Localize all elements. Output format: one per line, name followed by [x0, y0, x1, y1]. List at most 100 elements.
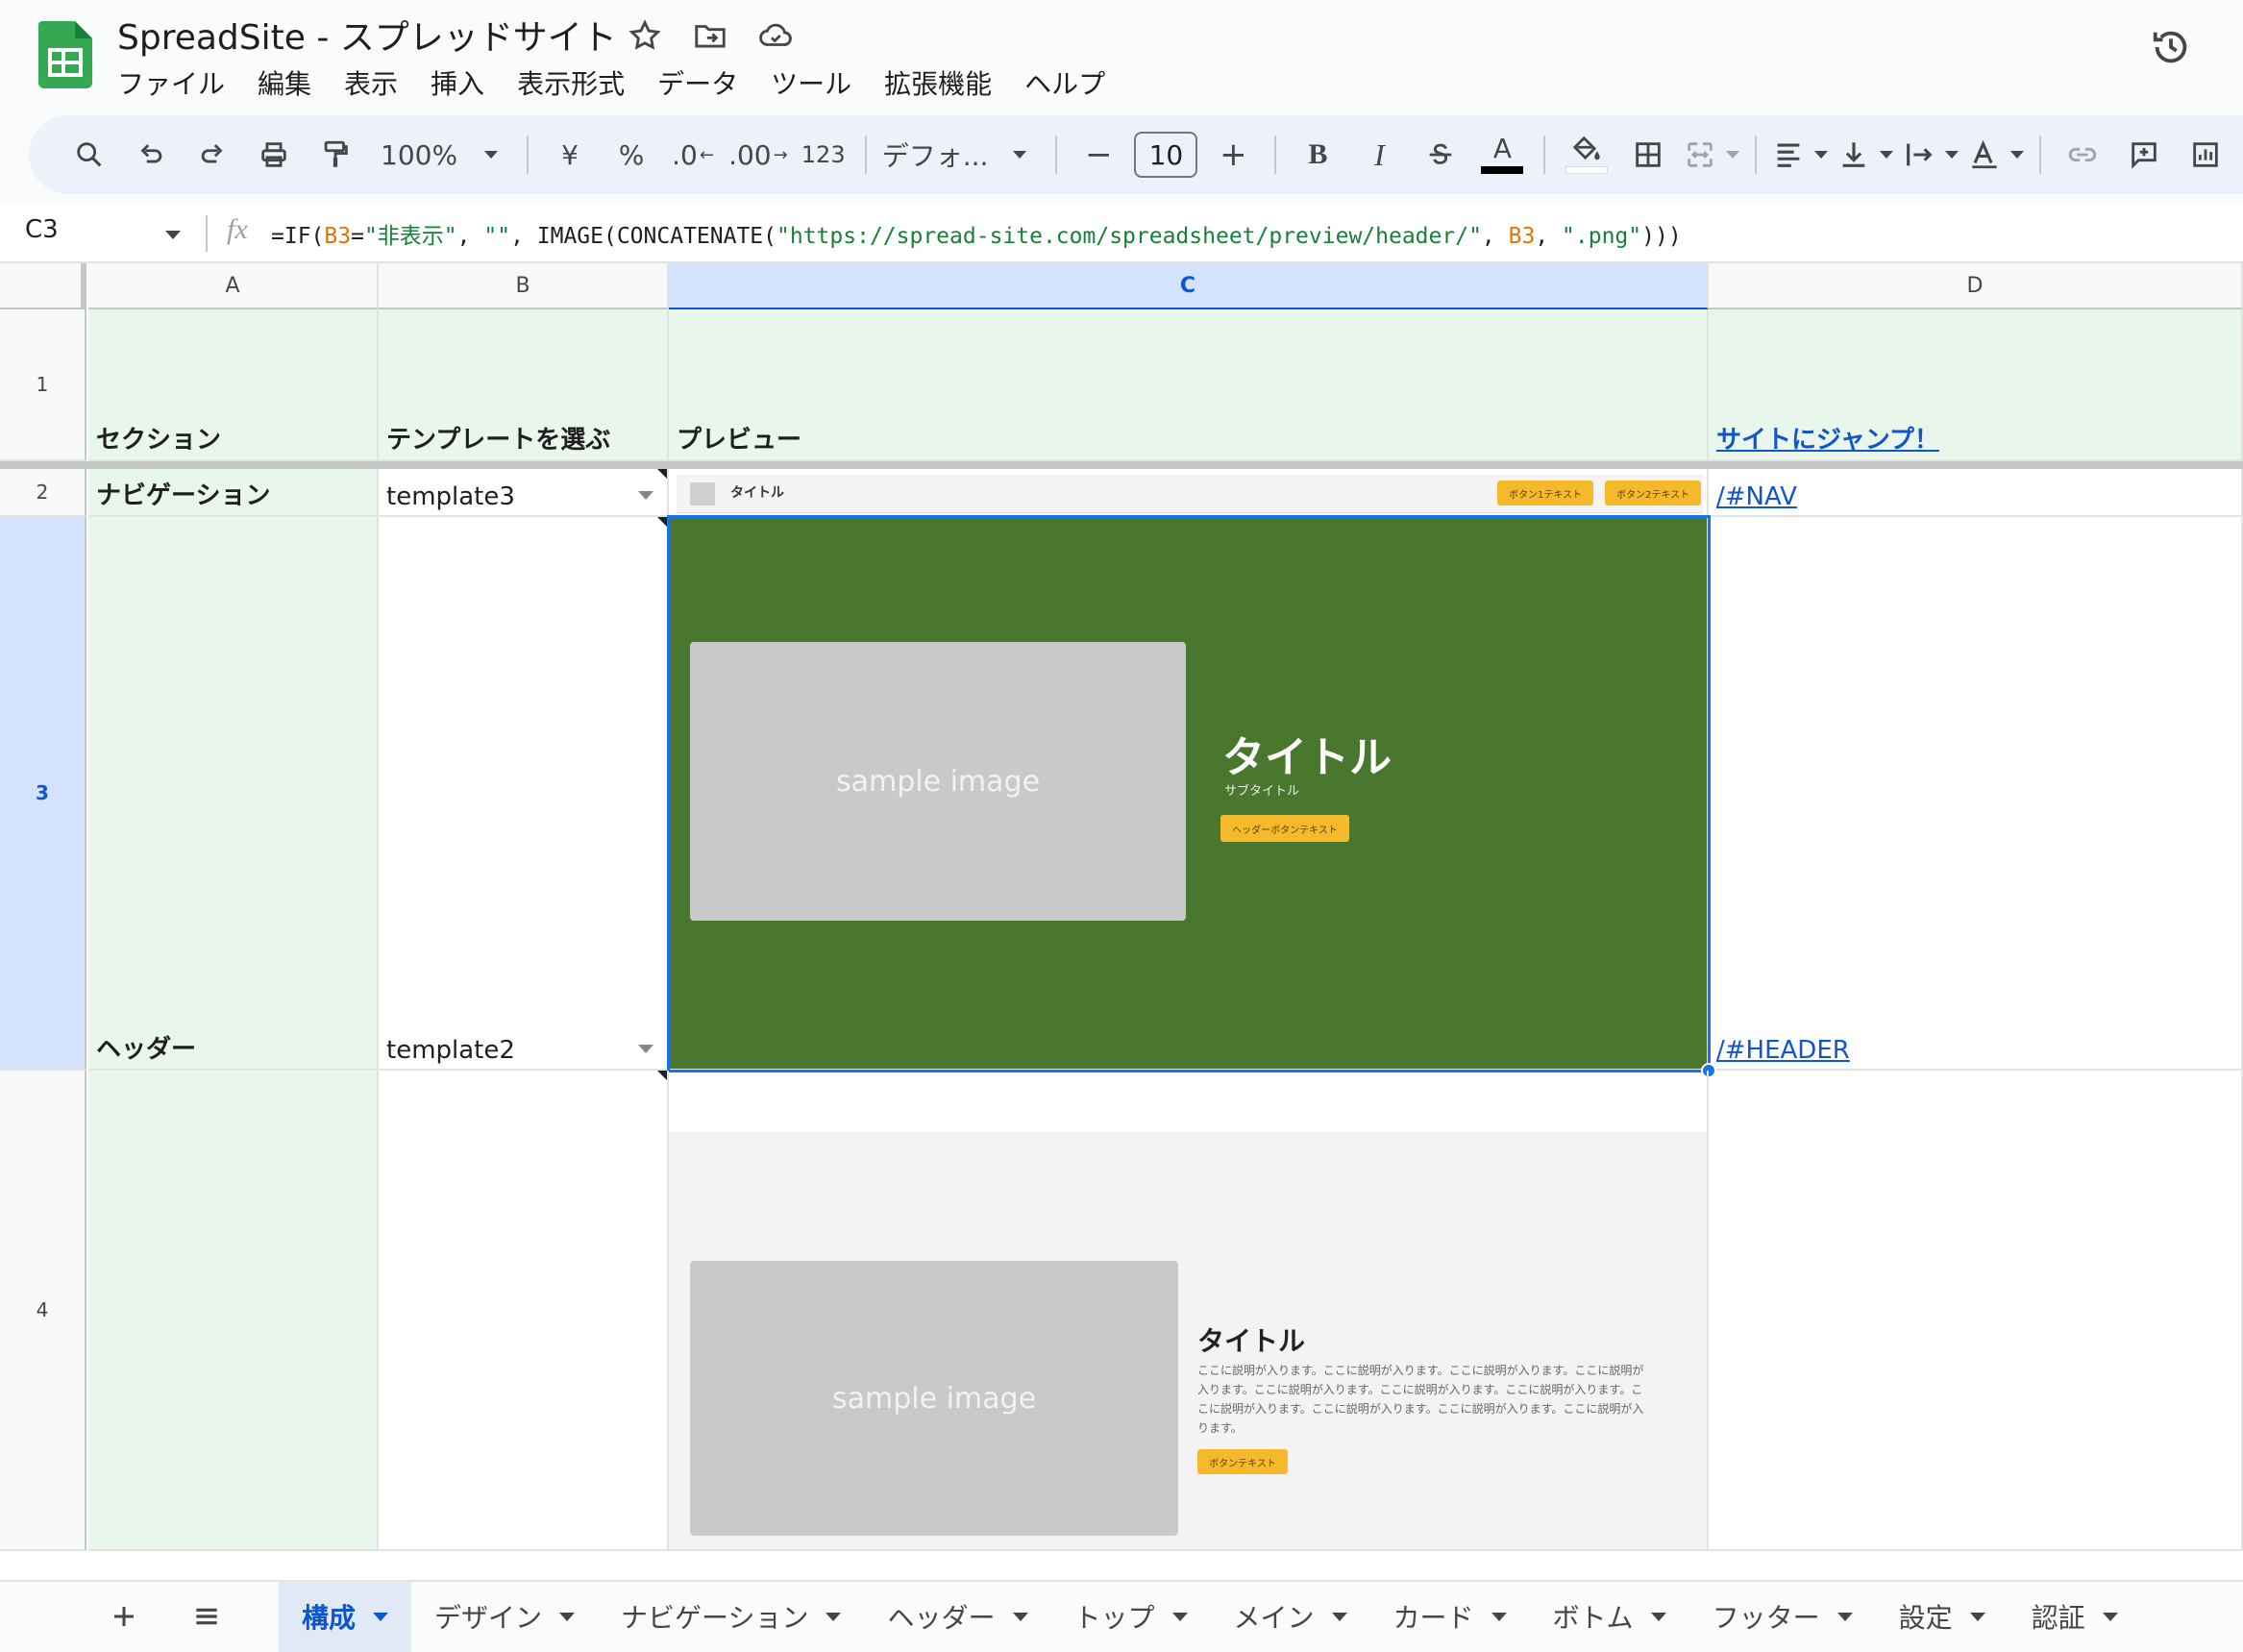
- chevron-down-icon[interactable]: [638, 1045, 653, 1053]
- cell-a4[interactable]: [88, 1071, 379, 1551]
- undo-button[interactable]: [125, 129, 177, 181]
- chevron-down-icon[interactable]: [373, 1612, 389, 1621]
- cell-d1[interactable]: サイトにジャンプ！: [1709, 309, 2243, 461]
- sheet-tab-navigation[interactable]: ナビゲーション: [598, 1581, 864, 1652]
- insert-link-button[interactable]: [2057, 129, 2108, 181]
- text-rotation-button[interactable]: [1968, 129, 2025, 181]
- menu-view[interactable]: 表示: [344, 63, 398, 102]
- format-currency-button[interactable]: ¥: [544, 129, 596, 181]
- menu-insert[interactable]: 挿入: [431, 63, 484, 102]
- cell-d3[interactable]: /#HEADER: [1709, 517, 2243, 1071]
- column-header-d[interactable]: D: [1709, 263, 2243, 309]
- cell-c2[interactable]: タイトル ボタン1テキスト ボタン2テキスト: [669, 469, 1709, 517]
- more-formats-button[interactable]: 123: [798, 129, 850, 181]
- format-percent-button[interactable]: %: [605, 129, 657, 181]
- cloud-saved-icon[interactable]: [757, 17, 794, 54]
- menu-format[interactable]: 表示形式: [517, 63, 625, 102]
- add-sheet-button[interactable]: [100, 1592, 148, 1640]
- decrease-decimal-button[interactable]: .0 ←: [667, 129, 719, 181]
- document-title[interactable]: SpreadSite - スプレッドサイト: [117, 10, 617, 60]
- chevron-down-icon[interactable]: [826, 1612, 842, 1621]
- formula-input[interactable]: =IF(B3="非表示", "", IMAGE(CONCATENATE("htt…: [271, 217, 1682, 250]
- print-button[interactable]: [248, 129, 300, 181]
- menu-file[interactable]: ファイル: [117, 63, 225, 102]
- redo-button[interactable]: [186, 129, 238, 181]
- cell-b3[interactable]: template2: [379, 517, 669, 1071]
- row-header-3[interactable]: 3: [0, 517, 86, 1071]
- chevron-down-icon[interactable]: [1969, 1612, 1985, 1621]
- sheet-tab-card[interactable]: カード: [1370, 1581, 1530, 1652]
- paint-format-button[interactable]: [309, 129, 361, 181]
- frozen-row-divider[interactable]: [0, 461, 2243, 469]
- cell-b1[interactable]: テンプレートを選ぶ: [379, 309, 669, 461]
- menu-extensions[interactable]: 拡張機能: [884, 63, 992, 102]
- chevron-down-icon[interactable]: [2102, 1612, 2118, 1621]
- select-all-corner[interactable]: [0, 263, 86, 309]
- cell-a2[interactable]: ナビゲーション: [88, 469, 379, 517]
- row-header-1[interactable]: 1: [0, 309, 86, 461]
- sheets-logo-icon[interactable]: [38, 21, 92, 88]
- decrease-font-size-button[interactable]: −: [1072, 129, 1124, 181]
- increase-decimal-button[interactable]: .00 →: [728, 129, 788, 181]
- sheet-tab-footer[interactable]: フッター: [1689, 1581, 1876, 1652]
- name-box[interactable]: C3: [25, 215, 59, 244]
- sheet-tab-bottom[interactable]: ボトム: [1530, 1581, 1689, 1652]
- chevron-down-icon[interactable]: [1836, 1612, 1853, 1621]
- column-header-a[interactable]: A: [88, 263, 379, 309]
- chevron-down-icon[interactable]: [1012, 1612, 1028, 1621]
- row-header-2[interactable]: 2: [0, 469, 86, 517]
- chevron-down-icon[interactable]: [638, 491, 653, 500]
- sheet-tab-header[interactable]: ヘッダー: [864, 1581, 1050, 1652]
- vertical-align-button[interactable]: [1837, 129, 1894, 181]
- bold-button[interactable]: B: [1292, 129, 1343, 181]
- chevron-down-icon[interactable]: [1171, 1612, 1188, 1621]
- insert-chart-button[interactable]: [2180, 129, 2231, 181]
- strikethrough-button[interactable]: [1415, 129, 1467, 181]
- cell-a1[interactable]: セクション: [88, 309, 379, 461]
- chevron-down-icon[interactable]: [1331, 1612, 1347, 1621]
- italic-button[interactable]: I: [1353, 129, 1405, 181]
- insert-comment-button[interactable]: [2118, 129, 2170, 181]
- text-color-button[interactable]: A: [1476, 129, 1528, 181]
- chevron-down-icon[interactable]: [559, 1612, 576, 1621]
- increase-font-size-button[interactable]: +: [1207, 129, 1259, 181]
- move-folder-icon[interactable]: [692, 17, 728, 54]
- sheet-tab-settings[interactable]: 設定: [1876, 1581, 2009, 1652]
- row-header-4[interactable]: 4: [0, 1071, 86, 1551]
- font-size-value[interactable]: 10: [1134, 132, 1198, 178]
- chevron-down-icon[interactable]: [165, 231, 181, 239]
- fill-color-button[interactable]: [1561, 129, 1613, 181]
- sheet-tab-auth[interactable]: 認証: [2009, 1581, 2141, 1652]
- cell-d4[interactable]: [1709, 1071, 2243, 1551]
- merge-cells-button[interactable]: [1684, 129, 1740, 181]
- sheet-tab-main[interactable]: メイン: [1211, 1581, 1370, 1652]
- all-sheets-button[interactable]: [183, 1592, 231, 1640]
- search-menus-button[interactable]: [63, 129, 115, 181]
- menu-help[interactable]: ヘルプ: [1024, 63, 1105, 102]
- column-header-b[interactable]: B: [379, 263, 669, 309]
- borders-button[interactable]: [1622, 129, 1674, 181]
- nav-anchor-link[interactable]: /#NAV: [1716, 482, 1797, 511]
- star-icon[interactable]: [627, 17, 663, 54]
- cell-c4[interactable]: sample image タイトル ここに説明が入ります。ここに説明が入ります。…: [669, 1071, 1709, 1551]
- version-history-icon[interactable]: [2149, 25, 2193, 69]
- menu-tools[interactable]: ツール: [771, 63, 851, 102]
- font-select[interactable]: デフォ...: [882, 129, 1027, 181]
- jump-to-site-link[interactable]: サイトにジャンプ！: [1716, 420, 1939, 456]
- sheet-tab-top[interactable]: トップ: [1051, 1581, 1211, 1652]
- menu-edit[interactable]: 編集: [258, 63, 311, 102]
- cell-b4[interactable]: [379, 1071, 669, 1551]
- column-header-c[interactable]: C: [669, 263, 1709, 309]
- sheet-tab-structure[interactable]: 構成: [279, 1581, 412, 1652]
- zoom-select[interactable]: 100%: [381, 129, 499, 181]
- font-size-field[interactable]: 10: [1134, 129, 1198, 181]
- horizontal-align-button[interactable]: [1772, 129, 1829, 181]
- chevron-down-icon[interactable]: [1650, 1612, 1666, 1621]
- cell-c1[interactable]: プレビュー: [669, 309, 1709, 461]
- cell-a3[interactable]: ヘッダー: [88, 517, 379, 1071]
- cell-b2[interactable]: template3: [379, 469, 669, 517]
- sheet-tab-design[interactable]: デザイン: [411, 1581, 598, 1652]
- menu-data[interactable]: データ: [657, 63, 738, 102]
- cell-d2[interactable]: /#NAV: [1709, 469, 2243, 517]
- header-anchor-link[interactable]: /#HEADER: [1716, 1036, 1850, 1065]
